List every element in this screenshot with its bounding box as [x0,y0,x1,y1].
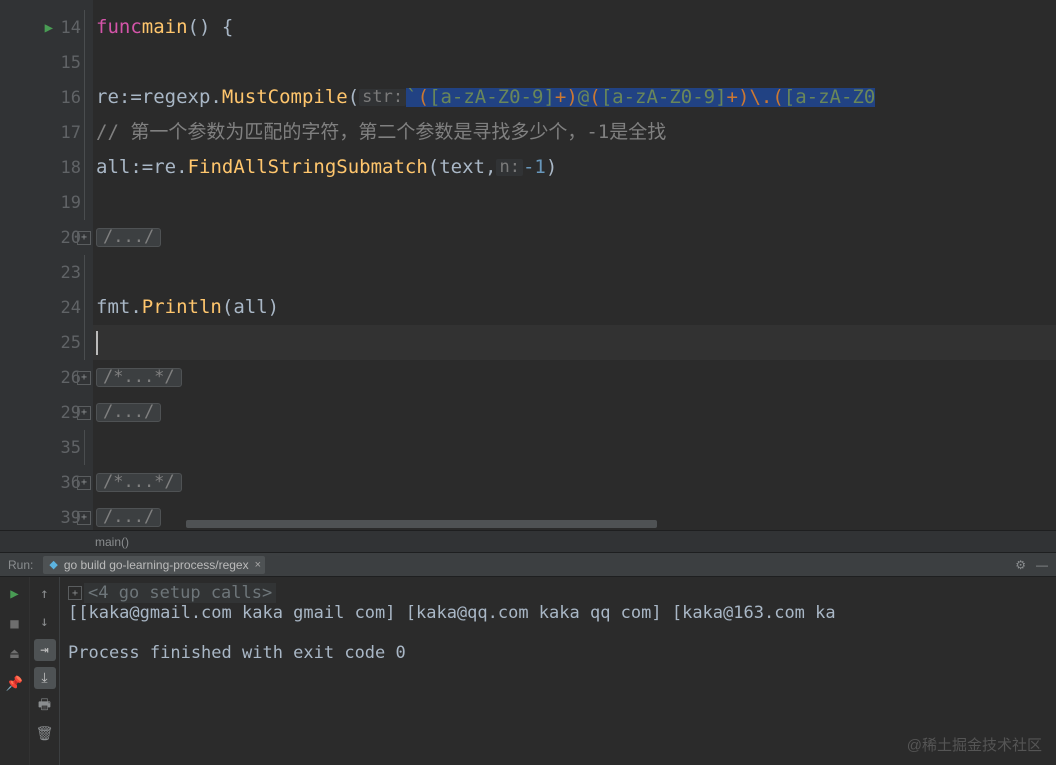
run-tab[interactable]: ◆ go build go-learning-process/regex × [43,556,265,574]
go-file-icon: ◆ [49,558,57,571]
editor-pane: ▶ 14 15 16 17 18 19 20+ 23 24 25 26+ 29+… [0,0,1056,530]
param-hint: n: [496,159,522,176]
caret [96,331,98,355]
run-tab-label: go build go-learning-process/regex [64,558,249,572]
fold-expand-icon[interactable]: + [77,231,91,245]
scroll-up-button[interactable]: ↑ [34,583,56,605]
watermark: @稀土掘金技术社区 [907,734,1042,755]
minimize-icon[interactable]: — [1036,558,1048,572]
folded-region[interactable]: /.../ [96,403,161,422]
code-line-current[interactable] [93,325,1056,360]
keyword: func [96,18,142,37]
exit-button[interactable]: ⏏ [4,643,26,665]
param-hint: str: [359,89,406,106]
scroll-down-button[interactable]: ↓ [34,611,56,633]
run-toolbar-primary: ▶ ■ ⏏ 📌 [0,577,30,765]
run-body: ▶ ■ ⏏ 📌 ↑ ↓ ⇥ ⤓ 🖶 🗑 +<4 go setup calls> … [0,577,1056,765]
punct: () { [188,18,234,37]
code-line[interactable]: /.../ [93,220,1056,255]
code-line[interactable] [93,430,1056,465]
folded-region[interactable]: /.../ [96,228,161,247]
fold-expand-icon[interactable]: + [77,406,91,420]
run-label: Run: [8,558,33,572]
console-output[interactable]: +<4 go setup calls> [[kaka@gmail.com kak… [60,577,1056,765]
scrollbar-thumb[interactable] [186,520,657,528]
function-name: main [142,18,188,37]
comment: // 第一个参数为匹配的字符，第二个参数是寻找多少个，-1是全找 [96,123,666,142]
console-fold-label[interactable]: <4 go setup calls> [84,583,276,603]
fold-expand-icon[interactable]: + [68,586,82,600]
fold-guideline [84,10,85,45]
run-tool-window: Run: ◆ go build go-learning-process/rege… [0,552,1056,765]
print-button[interactable]: 🖶 [34,695,56,717]
breadcrumb-item[interactable]: main() [95,535,129,549]
code-line[interactable]: /*...*/ [93,465,1056,500]
gutter-row[interactable]: ▶ 14 [0,10,93,45]
code-line[interactable]: all := re.FindAllStringSubmatch(text, n:… [93,150,1056,185]
console-line: [[kaka@gmail.com kaka gmail com] [kaka@q… [68,603,836,623]
folded-region[interactable]: /.../ [96,508,161,527]
code-line[interactable] [93,185,1056,220]
code-line[interactable]: /*...*/ [93,360,1056,395]
console-exit-line: Process finished with exit code 0 [68,643,406,663]
breadcrumb[interactable]: main() [0,530,1056,552]
soft-wrap-button[interactable]: ⇥ [34,639,56,661]
run-toolbar-secondary: ↑ ↓ ⇥ ⤓ 🖶 🗑 [30,577,60,765]
code-line[interactable] [93,45,1056,80]
gutter: ▶ 14 15 16 17 18 19 20+ 23 24 25 26+ 29+… [0,0,93,530]
code-line[interactable] [93,255,1056,290]
run-header: Run: ◆ go build go-learning-process/rege… [0,553,1056,577]
rerun-button[interactable]: ▶ [4,583,26,605]
code-line[interactable]: func main() { [93,10,1056,45]
run-line-icon[interactable]: ▶ [45,20,53,36]
folded-region[interactable]: /*...*/ [96,368,182,387]
pin-button[interactable]: 📌 [4,673,26,695]
code-line[interactable]: /.../ [93,395,1056,430]
fold-expand-icon[interactable]: + [77,511,91,525]
code-area[interactable]: func main() { re := regexp.MustCompile( … [93,0,1056,530]
code-line[interactable]: fmt.Println(all) [93,290,1056,325]
clear-button[interactable]: 🗑 [34,723,56,745]
gear-icon[interactable]: ⚙ [1015,558,1026,572]
code-line[interactable]: re := regexp.MustCompile( str: `([a-zA-Z… [93,80,1056,115]
scroll-to-end-button[interactable]: ⤓ [34,667,56,689]
fold-expand-icon[interactable]: + [77,476,91,490]
horizontal-scrollbar[interactable] [186,518,1042,530]
fold-expand-icon[interactable]: + [77,371,91,385]
folded-region[interactable]: /*...*/ [96,473,182,492]
code-line[interactable]: // 第一个参数为匹配的字符，第二个参数是寻找多少个，-1是全找 [93,115,1056,150]
close-icon[interactable]: × [255,559,261,571]
stop-button[interactable]: ■ [4,613,26,635]
